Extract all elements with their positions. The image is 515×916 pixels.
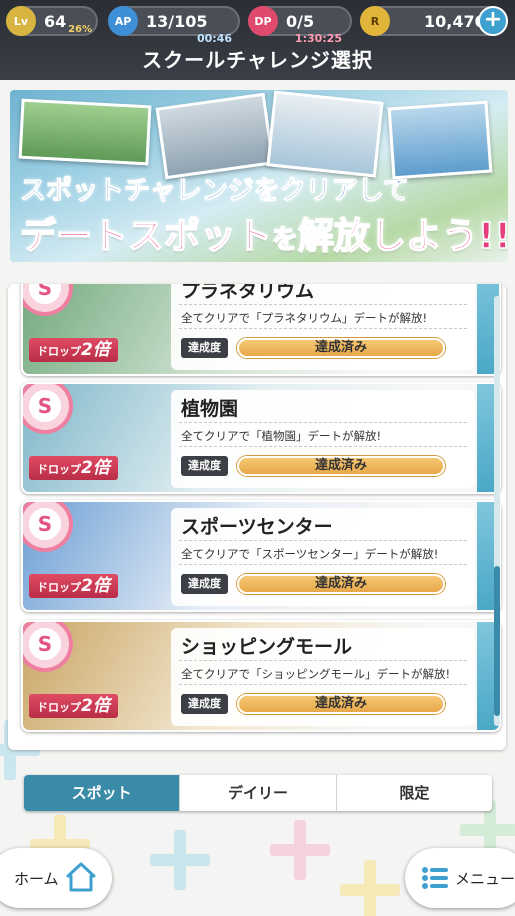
drop-bonus-label: ドロップ2倍 <box>29 694 118 718</box>
banner-text-date-spot: デートスポット <box>19 215 273 258</box>
ap-pill: AP 13/105 00:46 <box>108 6 240 45</box>
spot-card[interactable]: S ドロップ2倍 プラネタリウム 全てクリアで「プラネタリウム」デートが解放! 達成度達… <box>21 284 501 376</box>
drop-text: ドロップ <box>37 345 81 358</box>
spot-name: 植物園 <box>181 398 239 420</box>
drop-text: ドロップ <box>37 463 81 476</box>
spot-description: 全てクリアで「プラネタリウム」デートが解放! <box>181 311 428 325</box>
tab-limited[interactable]: 限定 <box>337 775 492 811</box>
spot-info-panel: プラネタリウム全てクリアで「プラネタリウム」デートが解放! 達成度 達成済み <box>171 284 475 370</box>
divider <box>179 422 467 423</box>
ap-value: 13/105 <box>146 12 208 31</box>
banner-photo <box>155 92 275 180</box>
plus-icon[interactable]: + <box>478 6 508 36</box>
divider <box>179 660 467 661</box>
progress-bar: 達成済み <box>237 338 445 358</box>
level-pill: Lv 64 26% <box>6 6 98 36</box>
menu-icon <box>422 867 448 889</box>
category-tabs: スポット デイリー 限定 <box>24 775 492 811</box>
progress-bar: 達成済み <box>237 456 445 476</box>
coin-icon: R <box>360 6 390 36</box>
drop-multiplier: 2倍 <box>81 696 110 716</box>
progress-tag: 達成度 <box>181 694 228 714</box>
spot-info-panel: 植物園全てクリアで「植物園」デートが解放! 達成度 達成済み <box>171 390 475 488</box>
drop-text: ドロップ <box>37 581 81 594</box>
page-title: スクールチャレンジ選択 <box>142 48 373 72</box>
drop-bonus-label: ドロップ2倍 <box>29 574 118 598</box>
home-button[interactable]: ホーム <box>0 848 112 908</box>
menu-label: メニュー <box>455 870 515 888</box>
spot-name: ショッピングモール <box>181 636 353 658</box>
home-icon <box>66 862 96 892</box>
drop-bonus-label: ドロップ2倍 <box>29 338 118 362</box>
progress-tag: 達成度 <box>181 338 228 358</box>
tab-spot[interactable]: スポット <box>24 775 181 811</box>
progress-tag: 達成度 <box>181 456 228 476</box>
spot-description: 全てクリアで「スポーツセンター」デートが解放! <box>181 547 439 561</box>
spot-name: プラネタリウム <box>181 284 315 302</box>
banner-photo <box>387 100 493 180</box>
coin-value: 10,470 <box>424 12 486 31</box>
progress-bar: 達成済み <box>237 574 445 594</box>
dp-value: 0/5 <box>286 12 315 31</box>
spot-info-panel: ショッピングモール全てクリアで「ショッピングモール」デートが解放! 達成度 達成済み <box>171 628 475 726</box>
dp-icon: DP <box>248 6 278 36</box>
divider <box>179 564 467 565</box>
progress-tag: 達成度 <box>181 574 228 594</box>
home-label: ホーム <box>14 870 59 888</box>
spot-description: 全てクリアで「植物園」デートが解放! <box>181 429 382 443</box>
banner-text-line2: デートスポットを解放しよう!! <box>19 207 511 259</box>
level-icon: Lv <box>6 6 36 36</box>
spot-name: スポーツセンター <box>181 516 333 538</box>
drop-bonus-label: ドロップ2倍 <box>29 456 118 480</box>
spot-card[interactable]: S ドロップ2倍 植物園 全てクリアで「植物園」デートが解放! 達成度 達成済み <box>21 382 501 494</box>
spot-info-panel: スポーツセンター全てクリアで「スポーツセンター」デートが解放! 達成度 達成済み <box>171 508 475 606</box>
coin-pill: R 10,470 + <box>360 6 508 36</box>
tab-daily[interactable]: デイリー <box>180 775 337 811</box>
divider <box>179 446 467 447</box>
banner-photo <box>18 98 152 166</box>
spot-description: 全てクリアで「ショッピングモール」デートが解放! <box>181 667 451 681</box>
spot-card[interactable]: S ドロップ2倍 スポーツセンター 全てクリアで「スポーツセンター」デートが解放! 達成… <box>21 500 501 612</box>
scrollbar[interactable] <box>494 296 500 726</box>
progress-bar: 達成済み <box>237 694 445 714</box>
banner-text-unlock: 解放しよう!! <box>297 215 511 258</box>
drop-multiplier: 2倍 <box>81 458 110 478</box>
divider <box>179 684 467 685</box>
level-value: 64 <box>44 12 67 31</box>
level-percent: 26% <box>68 24 92 35</box>
divider <box>179 540 467 541</box>
drop-multiplier: 2倍 <box>81 576 110 596</box>
divider <box>179 304 467 305</box>
banner-photo <box>266 90 384 178</box>
dp-pill: DP 0/5 1:30:25 <box>248 6 352 45</box>
spot-card[interactable]: S ドロップ2倍 ショッピングモール 全てクリアで「ショッピングモール」デートが解放!… <box>21 620 501 732</box>
status-bar: Lv 64 26% AP 13/105 00:46 DP 0/5 1:30:25… <box>0 0 515 80</box>
divider <box>179 328 467 329</box>
ap-icon: AP <box>108 6 138 36</box>
menu-button[interactable]: メニュー <box>405 848 515 908</box>
banner-text-line1: スポットチャレンジをクリアして <box>20 176 410 207</box>
drop-multiplier: 2倍 <box>81 340 110 360</box>
scrollbar-thumb[interactable] <box>494 566 500 716</box>
spot-list[interactable]: S ドロップ2倍 プラネタリウム 全てクリアで「プラネタリウム」デートが解放! 達成度達… <box>8 284 506 750</box>
banner-text-particle: を <box>271 224 299 256</box>
drop-text: ドロップ <box>37 701 81 714</box>
